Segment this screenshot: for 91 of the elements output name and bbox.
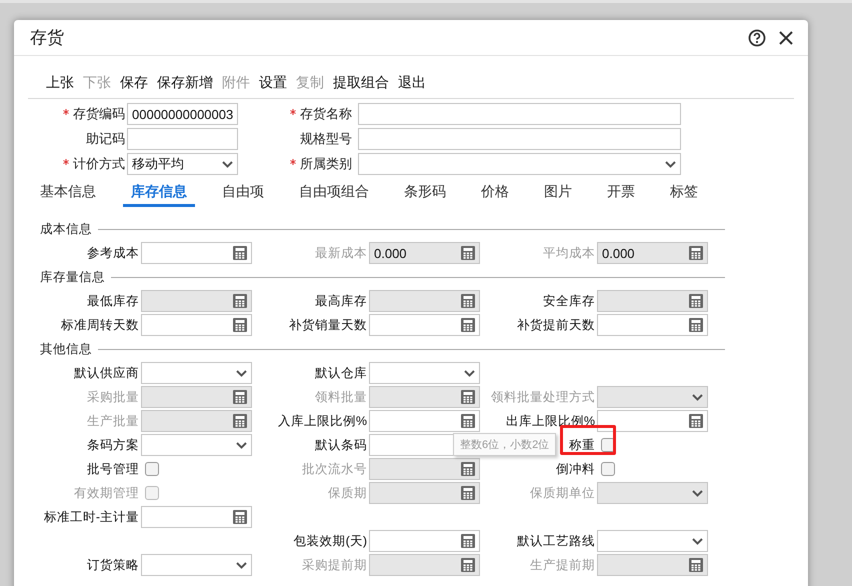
input-field[interactable] (369, 410, 480, 432)
chevron-down-icon (692, 394, 703, 400)
field-label: 包装效期(天) (294, 532, 367, 550)
field-label: 助记码 (86, 130, 125, 148)
toolbar-button[interactable]: 设置 (259, 72, 296, 94)
calculator-icon[interactable] (233, 246, 247, 260)
field-label: 存货编码 (73, 105, 125, 123)
window-title: 存货 (30, 27, 65, 49)
calculator-icon[interactable] (689, 318, 703, 332)
field-label: 批次流水号 (302, 460, 367, 478)
field-label: 倒冲料 (556, 460, 595, 478)
field-label: 计价方式 (73, 155, 125, 173)
tooltip: 整数6位，小数2位 (453, 433, 556, 456)
chevron-down-icon (692, 490, 703, 496)
field-label: 平均成本 (543, 244, 595, 262)
field-label: 有效期管理 (74, 484, 139, 502)
field-label: 默认条码 (315, 436, 367, 454)
tab[interactable]: 条形码 (396, 179, 454, 207)
field-label: 最低库存 (87, 292, 139, 310)
field-label: 标准工时-主计量 (44, 508, 139, 526)
input-field[interactable] (141, 242, 252, 264)
checkbox[interactable] (601, 462, 615, 476)
input-field[interactable] (141, 314, 252, 336)
toolbar-button[interactable]: 保存新增 (157, 72, 222, 94)
tab[interactable]: 自由项 (214, 179, 272, 207)
chevron-down-icon (692, 538, 703, 544)
input-field[interactable] (597, 314, 708, 336)
input-field[interactable] (358, 103, 681, 125)
field-label: 最新成本 (315, 244, 367, 262)
tab[interactable]: 库存信息 (123, 179, 195, 207)
calculator-icon[interactable] (461, 318, 475, 332)
tab[interactable]: 价格 (473, 179, 517, 207)
tab[interactable]: 自由项组合 (291, 179, 377, 207)
tab[interactable]: 标签 (662, 179, 706, 207)
field-label: 默认工艺路线 (517, 532, 595, 550)
close-icon[interactable] (778, 30, 794, 46)
field-label: 参考成本 (87, 244, 139, 262)
chevron-down-icon (665, 160, 676, 168)
tab[interactable]: 图片 (536, 179, 580, 207)
field-label: 最高库存 (315, 292, 367, 310)
toolbar-button[interactable]: 提取组合 (333, 72, 398, 94)
field-label: 默认供应商 (74, 364, 139, 382)
field-label: 所属类别 (300, 155, 352, 173)
field-label: 补货销量天数 (289, 316, 367, 334)
toolbar-button[interactable]: 退出 (398, 72, 435, 94)
field-label: 条码方案 (87, 436, 139, 454)
calculator-icon[interactable] (461, 534, 475, 548)
input-field[interactable] (369, 314, 480, 336)
calculator-icon[interactable] (233, 318, 247, 332)
input-field[interactable] (127, 128, 238, 150)
section-title: 成本信息 (40, 220, 92, 238)
input-field[interactable] (141, 506, 252, 528)
input-field[interactable] (369, 530, 480, 552)
field-label: 标准周转天数 (61, 316, 139, 334)
field-label: 采购提前期 (302, 556, 367, 574)
toolbar-button[interactable]: 上张 (46, 72, 83, 94)
field-label: 保质期单位 (530, 484, 595, 502)
chevron-down-icon (236, 562, 247, 568)
calculator-icon[interactable] (233, 510, 247, 524)
dropdown[interactable]: 移动平均 (127, 153, 238, 175)
field-label: 入库上限比例% (278, 412, 367, 430)
tab[interactable]: 基本信息 (40, 179, 104, 207)
field-label: 领料批量处理方式 (491, 388, 595, 406)
field-label: 领料批量 (315, 388, 367, 406)
field-label: 采购批量 (87, 388, 139, 406)
checkbox[interactable] (145, 462, 159, 476)
help-icon[interactable] (748, 28, 766, 46)
chevron-down-icon (464, 370, 475, 376)
field-label: 生产批量 (87, 412, 139, 430)
input-field[interactable] (358, 128, 681, 150)
toolbar-button[interactable]: 保存 (120, 72, 157, 94)
calculator-icon[interactable] (461, 414, 475, 428)
field-label: 生产提前期 (530, 556, 595, 574)
input-field[interactable] (597, 410, 708, 432)
field-label: 保质期 (328, 484, 367, 502)
field-label: 补货提前天数 (517, 316, 595, 334)
field-label: 默认仓库 (315, 364, 367, 382)
tab[interactable]: 开票 (599, 179, 643, 207)
field-label: 订货策略 (87, 556, 139, 574)
field-label: 称重 (569, 436, 595, 454)
field-label: 批号管理 (87, 460, 139, 478)
field-label: 存货名称 (300, 105, 352, 123)
chevron-down-icon (222, 160, 233, 168)
chevron-down-icon (236, 442, 247, 448)
chevron-down-icon (236, 370, 247, 376)
calculator-icon[interactable] (689, 414, 703, 428)
field-label: 规格型号 (300, 130, 352, 148)
section-title: 其他信息 (40, 340, 92, 358)
section-title: 库存量信息 (40, 268, 105, 286)
field-label: 安全库存 (543, 292, 595, 310)
input-field[interactable]: 00000000000003 (127, 103, 238, 125)
